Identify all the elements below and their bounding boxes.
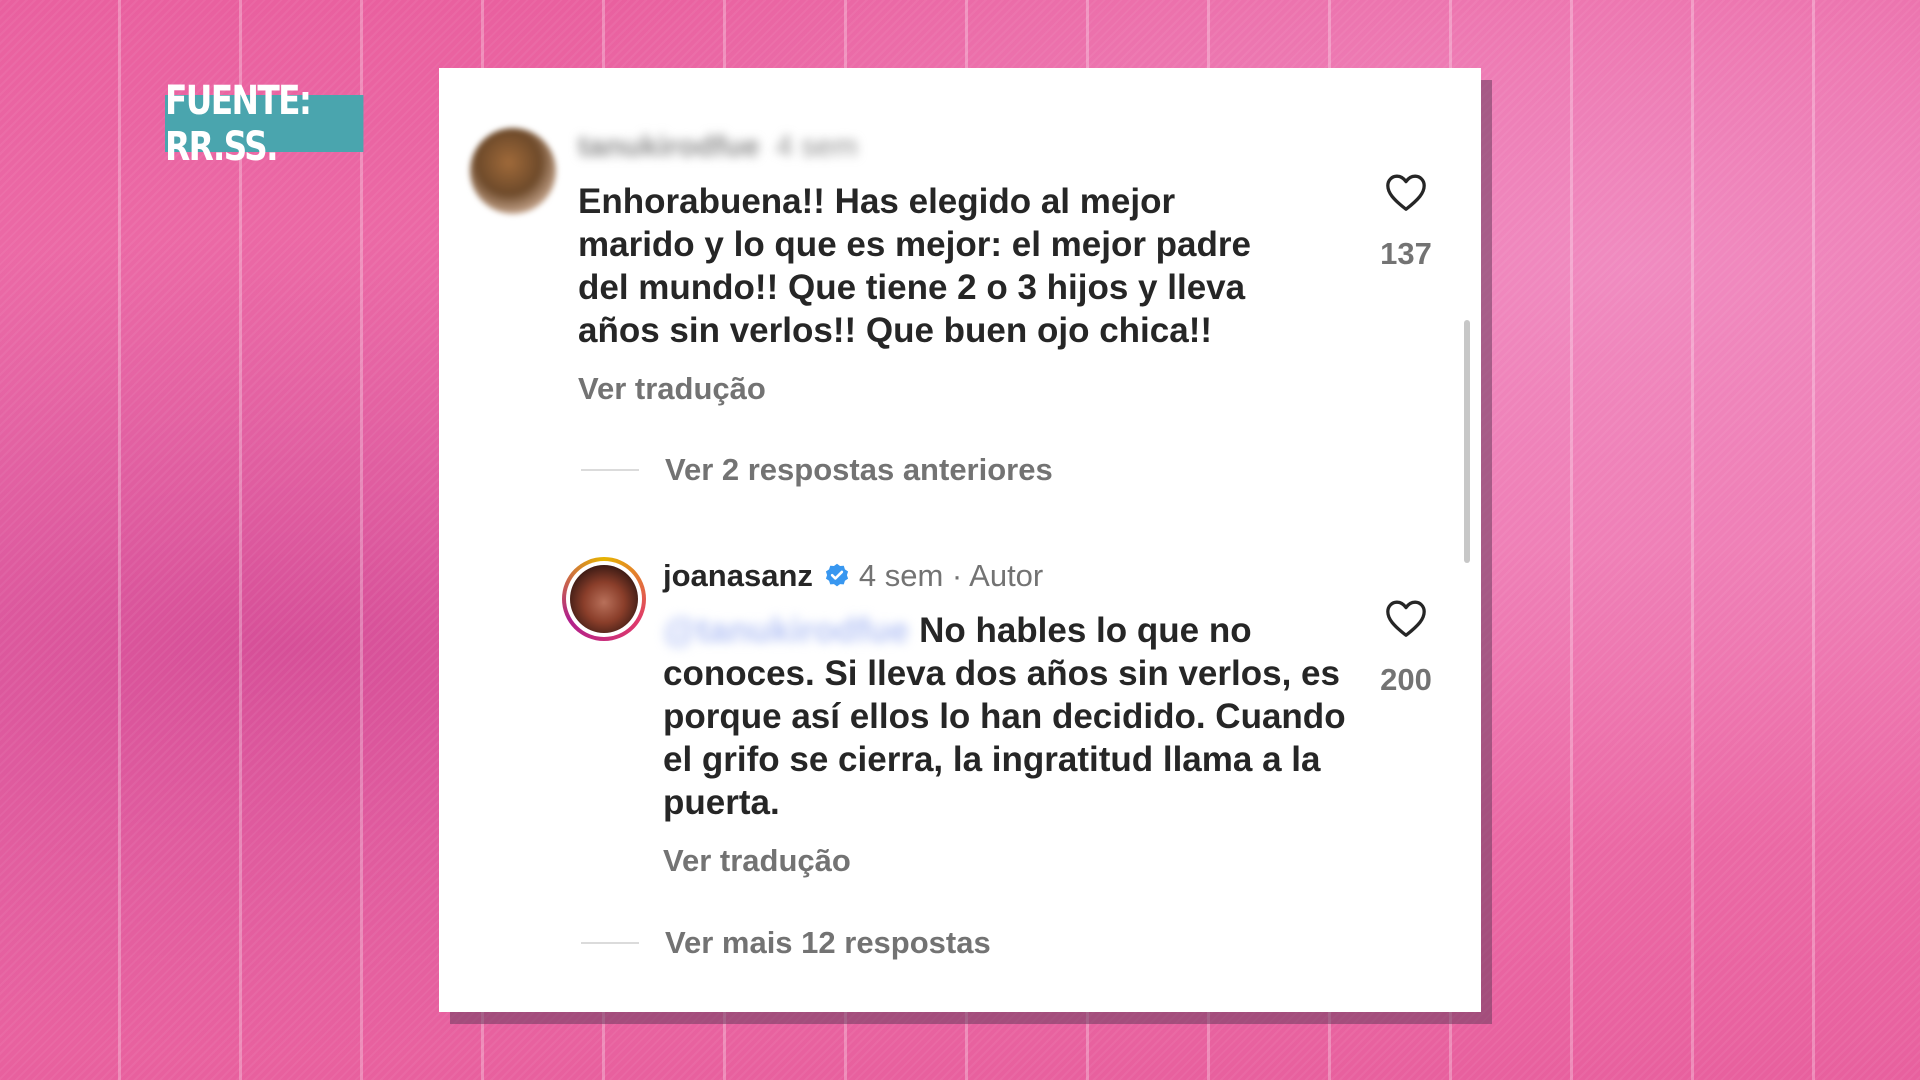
reply-username[interactable]: joanasanz [663, 558, 813, 594]
comment-text: Enhorabuena!! Has elegido al mejor marid… [578, 182, 1251, 350]
view-previous-replies-button[interactable]: Ver 2 respostas anteriores [665, 452, 1053, 488]
reply-text-block: @tanukirodfue No hables lo que no conoces… [663, 609, 1353, 824]
verified-icon [825, 563, 848, 587]
scrollbar[interactable] [1464, 320, 1470, 563]
reply-avatar-border [566, 561, 642, 637]
reply-avatar[interactable] [562, 557, 646, 641]
like-count: 137 [1380, 236, 1432, 271]
mention-link-blurred[interactable]: @tanukirodfue [663, 609, 909, 652]
reply-divider [581, 469, 639, 471]
commenter-username-blurred[interactable]: tanukirodfue 4 sem [578, 130, 858, 164]
reply-meta: 4 sem · Autor [858, 558, 1044, 593]
commenter-avatar[interactable] [470, 128, 556, 214]
heart-icon[interactable] [1384, 172, 1428, 212]
reply-header: joanasanz 4 sem · Autor [663, 558, 1043, 594]
reply-like-count: 200 [1380, 662, 1432, 697]
source-badge: FUENTE: RR.SS. [165, 78, 364, 170]
comments-card: tanukirodfue 4 sem Enhorabuena!! Has ele… [439, 68, 1481, 1012]
reply-see-translation-link[interactable]: Ver tradução [663, 843, 851, 879]
reply-avatar-photo [570, 565, 638, 633]
view-more-replies-button[interactable]: Ver mais 12 respostas [665, 925, 991, 961]
reply-divider [581, 942, 639, 944]
heart-icon[interactable] [1384, 598, 1428, 638]
see-translation-link[interactable]: Ver tradução [578, 371, 766, 407]
